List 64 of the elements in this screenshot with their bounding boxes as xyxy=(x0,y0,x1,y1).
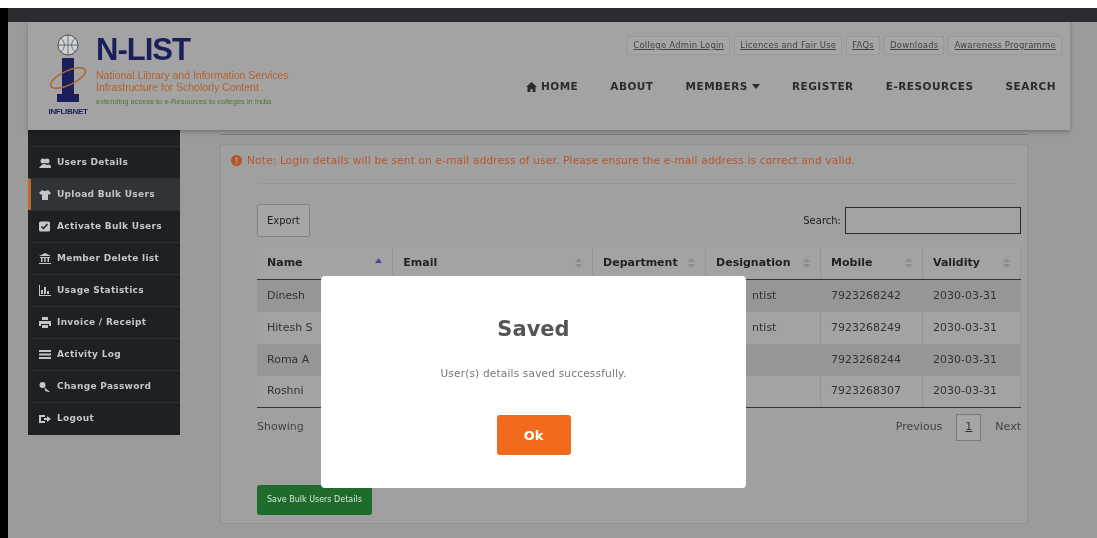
key-icon xyxy=(39,381,51,392)
sidebar-item[interactable]: Change Password xyxy=(28,370,180,402)
nav-link[interactable]: HOME xyxy=(525,78,579,95)
shirt-icon xyxy=(39,189,51,200)
list-icon xyxy=(39,349,51,360)
sidebar-item[interactable]: Upload Bulk Users xyxy=(28,178,180,210)
table-cell: Dinesh xyxy=(267,288,305,302)
dialog-title: Saved xyxy=(497,316,570,343)
table-cell: 7923268244 xyxy=(831,352,901,366)
page-link[interactable]: 1 xyxy=(956,414,982,441)
column-header[interactable]: Validity xyxy=(922,246,1021,280)
table-cell: ntist xyxy=(752,320,777,334)
site-title: N-LIST xyxy=(96,34,192,65)
top-link[interactable]: Awareness Programme xyxy=(948,36,1062,55)
sidebar-item[interactable]: Logout xyxy=(28,402,180,434)
table-cell: 7923268307 xyxy=(831,384,901,398)
column-header[interactable]: Name xyxy=(257,246,393,280)
previous-link[interactable]: Previous xyxy=(895,419,943,436)
next-link[interactable]: Next xyxy=(995,419,1021,436)
sidebar-item[interactable]: Usage Statistics xyxy=(28,274,180,306)
sidebar-item[interactable]: Member Delete list xyxy=(28,242,180,274)
column-header[interactable]: Designation xyxy=(705,246,821,280)
top-link[interactable]: Downloads xyxy=(884,36,945,55)
building-icon xyxy=(39,253,51,264)
top-link[interactable]: FAQs xyxy=(846,36,880,55)
table-cell: Roshni xyxy=(267,384,304,398)
printer-icon xyxy=(39,317,51,328)
search-field[interactable] xyxy=(845,206,1021,234)
sidebar-item[interactable]: Activity Log xyxy=(28,338,180,370)
logo-caption: INFLIBNET xyxy=(48,106,88,118)
checkbox-icon xyxy=(39,221,51,232)
note-text: Note: Login details will be sent on e-mail address of user. Please ensure the e-mail address is correct and valid. xyxy=(247,153,856,168)
sidebar-item[interactable]: Invoice / Receipt xyxy=(28,306,180,338)
search-label: Search: xyxy=(803,213,841,228)
home-icon xyxy=(525,81,537,92)
table-cell: 7923268249 xyxy=(831,320,901,334)
top-link[interactable]: College Admin Login xyxy=(627,36,731,55)
alert-icon xyxy=(231,155,242,167)
top-link[interactable]: Licences and Fair Use xyxy=(734,36,843,55)
dialog-message: User(s) details saved successfully. xyxy=(440,365,627,381)
site-subtitle: Infrastructure for Scholorly Content xyxy=(96,81,260,93)
table-cell: 2030-03-31 xyxy=(933,320,997,334)
sign-out-icon xyxy=(39,413,51,424)
table-cell: Hitesh S xyxy=(267,320,313,334)
table-cell: 2030-03-31 xyxy=(933,384,997,398)
save-button[interactable]: Save Bulk Users Details xyxy=(257,484,372,515)
table-cell: 2030-03-31 xyxy=(933,352,997,366)
bar-chart-icon xyxy=(39,285,51,296)
nav-link[interactable]: E-RESOURCES xyxy=(885,78,974,95)
column-header[interactable]: Mobile xyxy=(820,246,923,280)
table-cell: 2030-03-31 xyxy=(933,288,997,302)
nav-link[interactable]: REGISTER xyxy=(791,78,854,95)
users-icon xyxy=(39,157,51,168)
table-cell: Roma A xyxy=(267,352,310,366)
site-subtitle: National Library and Information Services xyxy=(96,69,289,81)
table-cell: ntist xyxy=(752,288,777,302)
nav-link[interactable]: ABOUT xyxy=(610,78,654,95)
export-button[interactable]: Export xyxy=(257,203,310,237)
sidebar-item[interactable]: Activate Bulk Users xyxy=(28,210,180,242)
table-info: Showing xyxy=(257,419,304,436)
caret-icon xyxy=(751,84,760,90)
nav-link[interactable]: SEARCH xyxy=(1005,78,1056,95)
nav-link[interactable]: MEMBERS xyxy=(685,78,760,95)
table-cell: 7923268242 xyxy=(831,288,901,302)
